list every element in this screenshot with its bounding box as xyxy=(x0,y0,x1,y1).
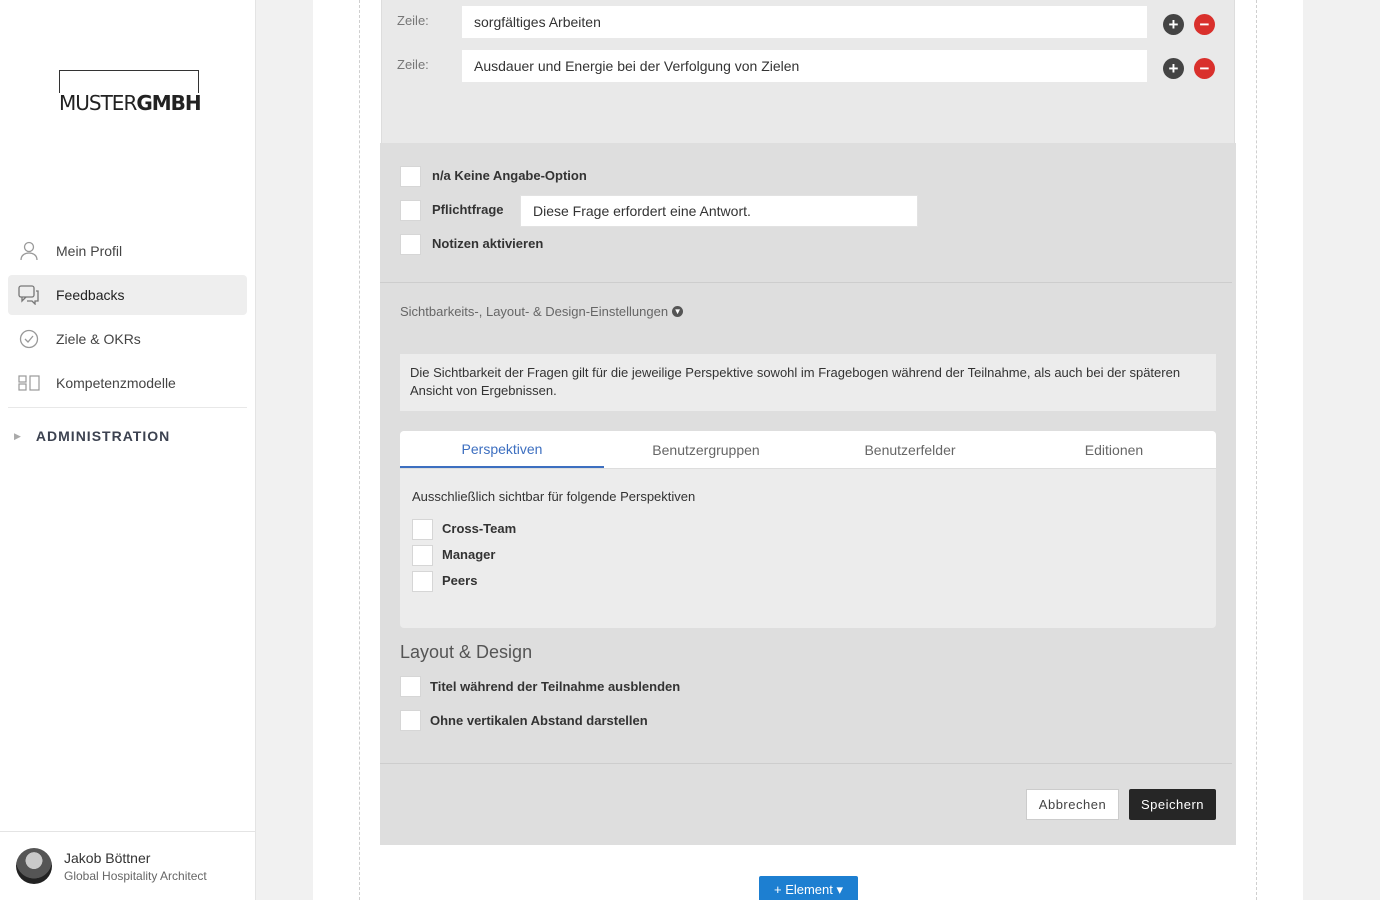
layout-design-heading: Layout & Design xyxy=(400,642,533,662)
chevron-down-icon: ▼ xyxy=(672,306,684,317)
notes-label: Notizen aktivieren xyxy=(432,236,544,251)
nav-item-administration[interactable]: ▶ ADMINISTRATION xyxy=(14,428,170,444)
row-label: Zeile: xyxy=(397,13,429,28)
required-message-input[interactable]: Diese Frage erfordert eine Antwort. xyxy=(520,195,918,227)
user-role: Global Hospitality Architect xyxy=(64,869,207,883)
remove-row-button[interactable]: − xyxy=(1194,14,1215,35)
no-spacing-checkbox[interactable] xyxy=(400,710,421,731)
visibility-tabs-card: Perspektiven Benutzergruppen Benutzerfel… xyxy=(400,431,1216,628)
sidebar: MUSTERGMBH Mein Profil Feedbacks Ziele &… xyxy=(0,0,256,900)
admin-label: ADMINISTRATION xyxy=(35,428,171,444)
required-label: Pflichtfrage xyxy=(432,202,504,217)
perspective-label: Peers xyxy=(442,573,478,588)
perspective-label: Cross-Team xyxy=(442,521,517,536)
hide-title-checkbox[interactable] xyxy=(400,676,421,697)
nav-item-kompetenzmodelle[interactable]: Kompetenzmodelle xyxy=(8,363,247,403)
minus-icon: − xyxy=(1199,59,1210,78)
tab-editionen[interactable]: Editionen xyxy=(1012,431,1216,468)
toggle-label: Sichtbarkeits-, Layout- & Design-Einstel… xyxy=(400,304,669,319)
dashed-guide-right xyxy=(1256,0,1257,900)
user-name: Jakob Böttner xyxy=(64,850,151,866)
caret-right-icon: ▶ xyxy=(14,430,22,441)
na-option-label: n/a Keine Angabe-Option xyxy=(432,168,587,183)
row-label: Zeile: xyxy=(397,57,429,72)
remove-row-button[interactable]: − xyxy=(1194,58,1215,79)
logo-part1: MUSTER xyxy=(59,91,137,115)
tab-benutzerfelder[interactable]: Benutzerfelder xyxy=(808,431,1012,468)
divider xyxy=(380,763,1232,764)
plus-icon: + xyxy=(1168,15,1179,34)
grid-icon xyxy=(18,372,40,394)
perspectives-description: Ausschließlich sichtbar für folgende Per… xyxy=(412,489,696,504)
perspective-checkbox-cross-team[interactable] xyxy=(412,519,433,540)
main-nav: Mein Profil Feedbacks Ziele & OKRs Kompe… xyxy=(8,231,247,408)
cancel-button[interactable]: Abbrechen xyxy=(1026,789,1119,820)
save-button[interactable]: Speichern xyxy=(1129,789,1216,820)
tab-perspektiven[interactable]: Perspektiven xyxy=(400,431,604,468)
nav-item-ziele-okrs[interactable]: Ziele & OKRs xyxy=(8,319,247,359)
add-row-button[interactable]: + xyxy=(1163,14,1184,35)
add-row-button[interactable]: + xyxy=(1163,58,1184,79)
company-logo[interactable]: MUSTERGMBH xyxy=(59,70,207,115)
chat-icon xyxy=(18,284,40,306)
check-circle-icon xyxy=(18,328,40,350)
nav-label: Mein Profil xyxy=(56,243,123,259)
add-element-button[interactable]: + Element ▾ xyxy=(759,876,858,900)
nav-item-mein-profil[interactable]: Mein Profil xyxy=(8,231,247,271)
dashed-guide-left xyxy=(359,0,360,900)
perspective-label: Manager xyxy=(442,547,496,562)
tab-benutzergruppen[interactable]: Benutzergruppen xyxy=(604,431,808,468)
logo-part2: GMBH xyxy=(136,91,201,115)
nav-item-feedbacks[interactable]: Feedbacks xyxy=(8,275,247,315)
visibility-info: Die Sichtbarkeit der Fragen gilt für die… xyxy=(400,354,1216,411)
nav-label: Feedbacks xyxy=(56,287,125,303)
row-input[interactable]: sorgfältiges Arbeiten xyxy=(462,6,1147,38)
required-checkbox[interactable] xyxy=(400,200,421,221)
nav-divider xyxy=(8,407,247,408)
divider xyxy=(380,282,1232,283)
perspective-checkbox-peers[interactable] xyxy=(412,571,433,592)
hide-title-label: Titel während der Teilnahme ausblenden xyxy=(430,679,681,694)
na-option-checkbox[interactable] xyxy=(400,166,421,187)
avatar xyxy=(16,848,52,884)
nav-label: Kompetenzmodelle xyxy=(56,375,176,391)
tab-bar: Perspektiven Benutzergruppen Benutzerfel… xyxy=(400,431,1216,469)
perspective-checkbox-manager[interactable] xyxy=(412,545,433,566)
visibility-settings-toggle[interactable]: Sichtbarkeits-, Layout- & Design-Einstel… xyxy=(400,304,684,319)
nav-label: Ziele & OKRs xyxy=(56,331,141,347)
user-icon xyxy=(18,240,40,262)
row-input[interactable]: Ausdauer und Energie bei der Verfolgung … xyxy=(462,50,1147,82)
minus-icon: − xyxy=(1199,15,1210,34)
notes-checkbox[interactable] xyxy=(400,234,421,255)
no-spacing-label: Ohne vertikalen Abstand darstellen xyxy=(430,713,648,728)
plus-icon: + xyxy=(1168,59,1179,78)
user-profile[interactable]: Jakob Böttner Global Hospitality Archite… xyxy=(0,831,255,900)
